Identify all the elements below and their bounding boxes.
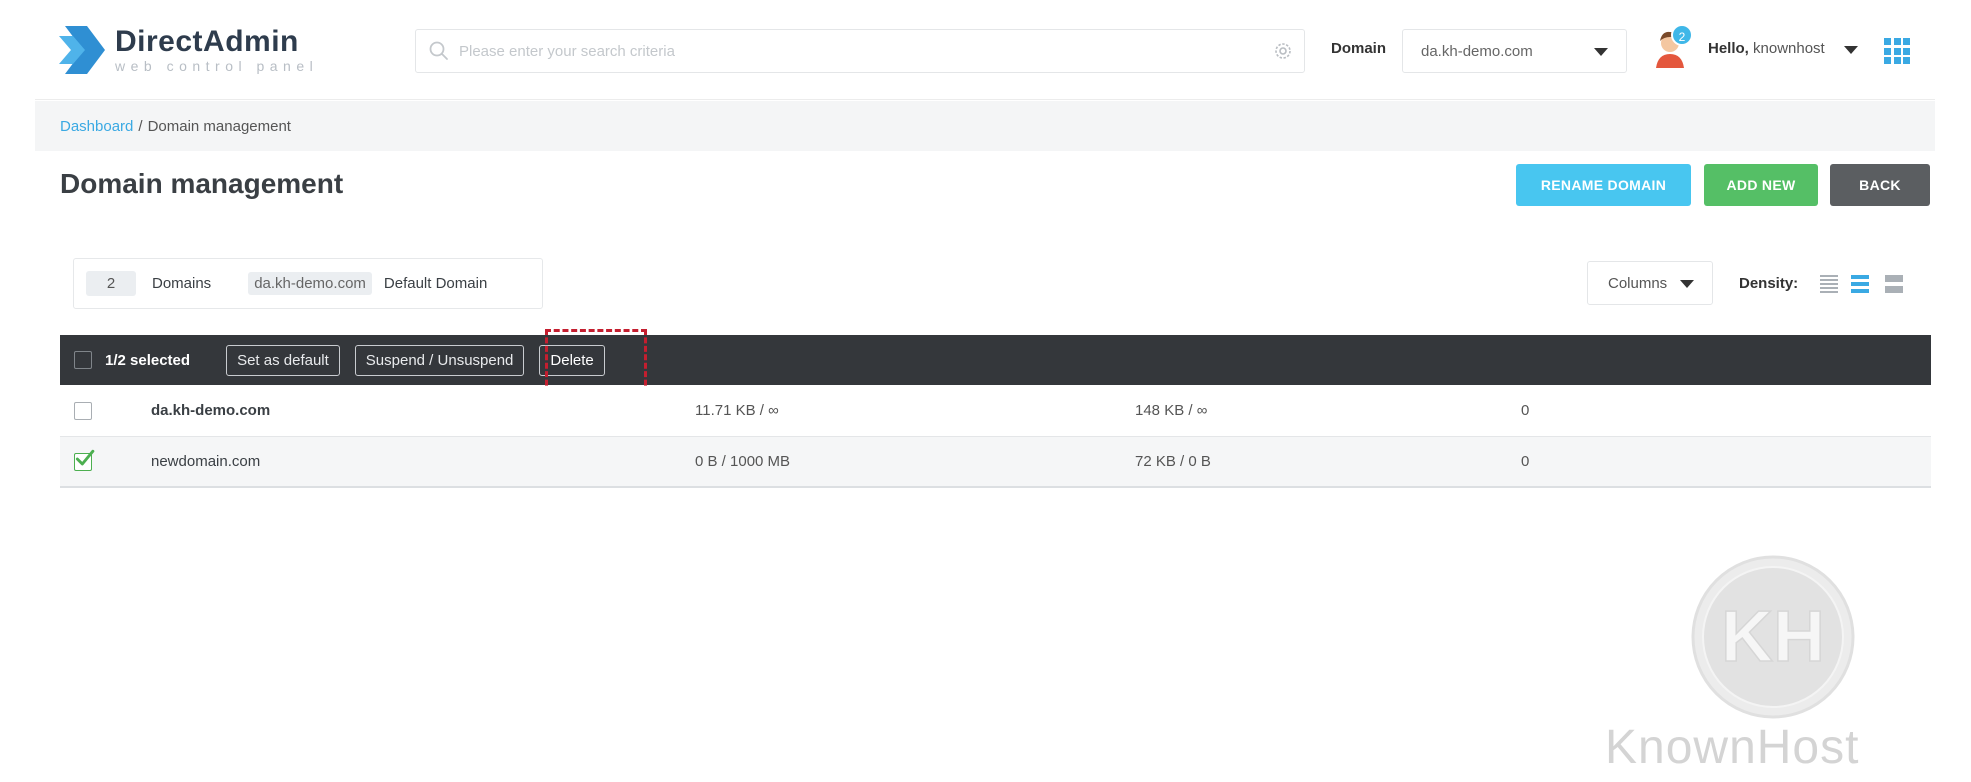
rename-domain-button[interactable]: RENAME DOMAIN bbox=[1516, 164, 1691, 206]
add-new-button[interactable]: ADD NEW bbox=[1704, 164, 1818, 206]
search-settings-gear-icon[interactable] bbox=[1272, 40, 1294, 62]
row-checkbox[interactable] bbox=[74, 449, 95, 471]
subdomain-count: 0 bbox=[1521, 402, 1530, 419]
watermark-text: KnownHost bbox=[1605, 721, 1860, 774]
suspend-unsuspend-button[interactable]: Suspend / Unsuspend bbox=[354, 344, 525, 376]
search-icon bbox=[429, 41, 448, 60]
domain-count-label: Domains bbox=[152, 275, 212, 292]
density-normal-icon[interactable] bbox=[1851, 275, 1869, 293]
domain-name[interactable]: da.kh-demo.com bbox=[151, 402, 270, 419]
set-as-default-button[interactable]: Set as default bbox=[226, 344, 340, 376]
default-domain-name: da.kh-demo.com bbox=[248, 272, 372, 295]
directadmin-logo[interactable]: DirectAdmin web control panel bbox=[59, 22, 318, 78]
user-menu-chevron-down-icon[interactable] bbox=[1844, 46, 1858, 54]
columns-label: Columns bbox=[1608, 274, 1668, 292]
domain-selector[interactable]: da.kh-demo.com bbox=[1402, 29, 1627, 73]
bandwidth-usage: 11.71 KB / ∞ bbox=[695, 402, 779, 419]
disk-usage: 148 KB / ∞ bbox=[1135, 402, 1208, 419]
chevron-down-icon bbox=[1680, 280, 1694, 288]
density-compact-icon[interactable] bbox=[1820, 275, 1838, 293]
density-comfortable-icon[interactable] bbox=[1885, 275, 1903, 293]
table-row[interactable]: da.kh-demo.com 11.71 KB / ∞ 148 KB / ∞ 0 bbox=[60, 386, 1931, 437]
apps-grid-icon[interactable] bbox=[1884, 38, 1910, 64]
checkmark-icon bbox=[75, 449, 95, 466]
page-title: Domain management bbox=[60, 168, 344, 199]
breadcrumb-current: Domain management bbox=[147, 117, 291, 135]
domain-selector-value: da.kh-demo.com bbox=[1421, 42, 1533, 60]
density-label: Density: bbox=[1739, 275, 1799, 292]
breadcrumb-separator: / bbox=[138, 117, 143, 135]
chevron-down-icon bbox=[1594, 48, 1608, 56]
default-domain-label: Default Domain bbox=[383, 275, 488, 292]
directadmin-logo-icon bbox=[59, 26, 105, 74]
user-greeting[interactable]: Hello, knownhost bbox=[1708, 40, 1825, 57]
bulk-action-bar: 1/2 selected Set as default Suspend / Un… bbox=[60, 335, 1931, 385]
domain-selector-label: Domain bbox=[1331, 40, 1387, 57]
bandwidth-usage: 0 B / 1000 MB bbox=[695, 453, 791, 470]
breadcrumb: Dashboard / Domain management bbox=[35, 101, 1935, 151]
delete-button[interactable]: Delete bbox=[539, 344, 605, 376]
logo-title: DirectAdmin bbox=[115, 24, 299, 58]
select-all-checkbox[interactable] bbox=[74, 351, 92, 369]
logo-subtitle: web control panel bbox=[115, 57, 319, 74]
row-checkbox[interactable] bbox=[74, 402, 92, 420]
watermark-monogram: KH bbox=[1721, 597, 1825, 677]
selected-count: 1/2 selected bbox=[105, 351, 191, 369]
back-button[interactable]: BACK bbox=[1830, 164, 1930, 206]
username: knownhost bbox=[1753, 40, 1825, 57]
columns-dropdown[interactable]: Columns bbox=[1587, 261, 1713, 305]
domain-name[interactable]: newdomain.com bbox=[151, 453, 260, 470]
domain-summary: 2 Domains da.kh-demo.com Default Domain bbox=[73, 258, 543, 309]
breadcrumb-dashboard-link[interactable]: Dashboard bbox=[60, 118, 133, 135]
greeting-prefix: Hello, bbox=[1708, 40, 1749, 57]
search-bar bbox=[415, 29, 1305, 73]
notification-badge[interactable]: 2 bbox=[1671, 24, 1693, 46]
search-input[interactable] bbox=[459, 42, 1272, 60]
domain-count: 2 bbox=[86, 271, 136, 296]
subdomain-count: 0 bbox=[1521, 453, 1530, 470]
table-row[interactable]: newdomain.com 0 B / 1000 MB 72 KB / 0 B … bbox=[60, 437, 1931, 488]
disk-usage: 72 KB / 0 B bbox=[1135, 453, 1211, 470]
